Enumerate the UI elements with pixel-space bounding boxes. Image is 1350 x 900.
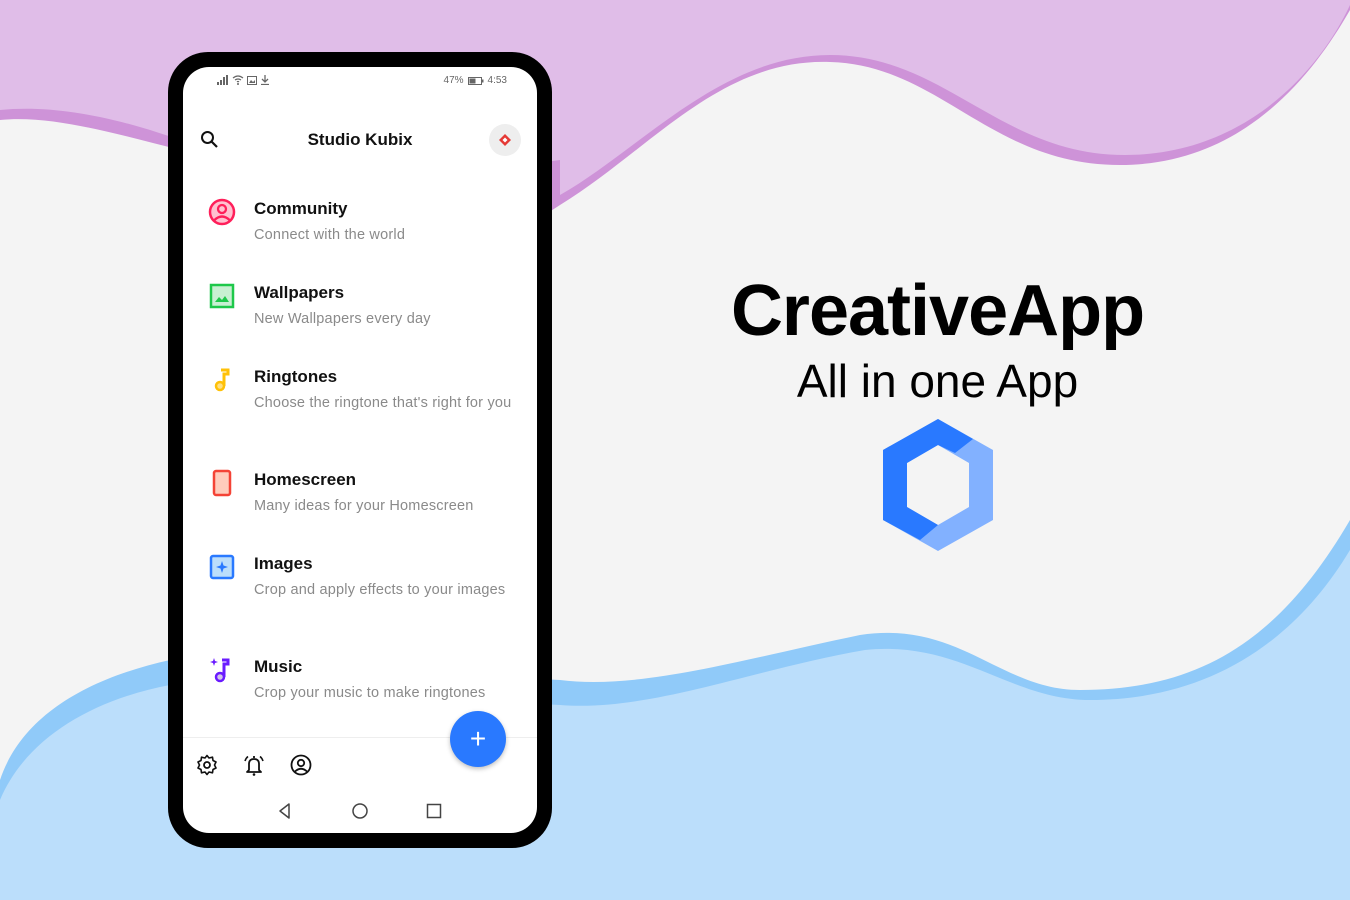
download-icon — [261, 75, 269, 85]
settings-icon[interactable] — [195, 753, 219, 777]
menu-item-subtitle: Crop your music to make ringtones — [254, 685, 486, 701]
menu-item-title: Ringtones — [254, 367, 338, 386]
music-sparkle-icon — [210, 658, 230, 683]
menu-item-subtitle: New Wallpapers every day — [254, 311, 431, 327]
hexagon-logo-icon — [883, 419, 993, 551]
hero-subtitle: All in one App — [796, 355, 1079, 407]
menu-item-title: Images — [254, 554, 313, 573]
menu-item-subtitle: Choose the ringtone that's right for you — [254, 395, 512, 411]
wifi-icon — [232, 75, 244, 85]
image-notification-icon — [247, 75, 257, 85]
plus-icon: + — [469, 723, 487, 754]
menu-item-subtitle: Many ideas for your Homescreen — [254, 498, 474, 514]
alarm-icon[interactable] — [242, 753, 266, 777]
signal-icon — [217, 75, 228, 85]
music-note-icon — [214, 368, 230, 392]
phone-mockup: 47% 4:53 Studio Kubix Community Connect … — [168, 52, 552, 848]
menu-item-title: Homescreen — [254, 470, 357, 489]
diamond-logo-icon — [499, 134, 511, 146]
hero-title: CreativeApp — [730, 271, 1145, 351]
hero-section: CreativeApp All in one App — [700, 270, 1175, 410]
images-icon — [209, 554, 235, 580]
phone-screen: 47% 4:53 Studio Kubix Community Connect … — [183, 67, 537, 833]
menu-item-subtitle: Connect with the world — [254, 227, 406, 243]
menu-item-title: Community — [254, 199, 348, 218]
clock: 4:53 — [487, 75, 507, 86]
homescreen-icon — [212, 469, 232, 497]
bottom-bar — [183, 753, 537, 779]
menu-item-title: Music — [254, 657, 303, 676]
battery-percent: 47% — [443, 75, 464, 86]
app-title: Studio Kubix — [307, 130, 413, 149]
app-bar: Studio Kubix — [183, 122, 537, 158]
battery-icon — [467, 76, 484, 85]
menu-item-title: Wallpapers — [254, 283, 345, 302]
wallpaper-icon — [209, 283, 235, 309]
recents-icon[interactable] — [424, 801, 444, 821]
community-icon — [208, 198, 236, 226]
back-icon[interactable] — [275, 801, 295, 821]
status-bar: 47% 4:53 — [183, 75, 537, 91]
menu-item-subtitle: Crop and apply effects to your images — [254, 582, 506, 598]
system-nav-bar — [183, 799, 537, 825]
account-icon[interactable] — [289, 753, 313, 777]
home-icon[interactable] — [350, 801, 370, 821]
app-logo-button[interactable] — [489, 124, 521, 156]
